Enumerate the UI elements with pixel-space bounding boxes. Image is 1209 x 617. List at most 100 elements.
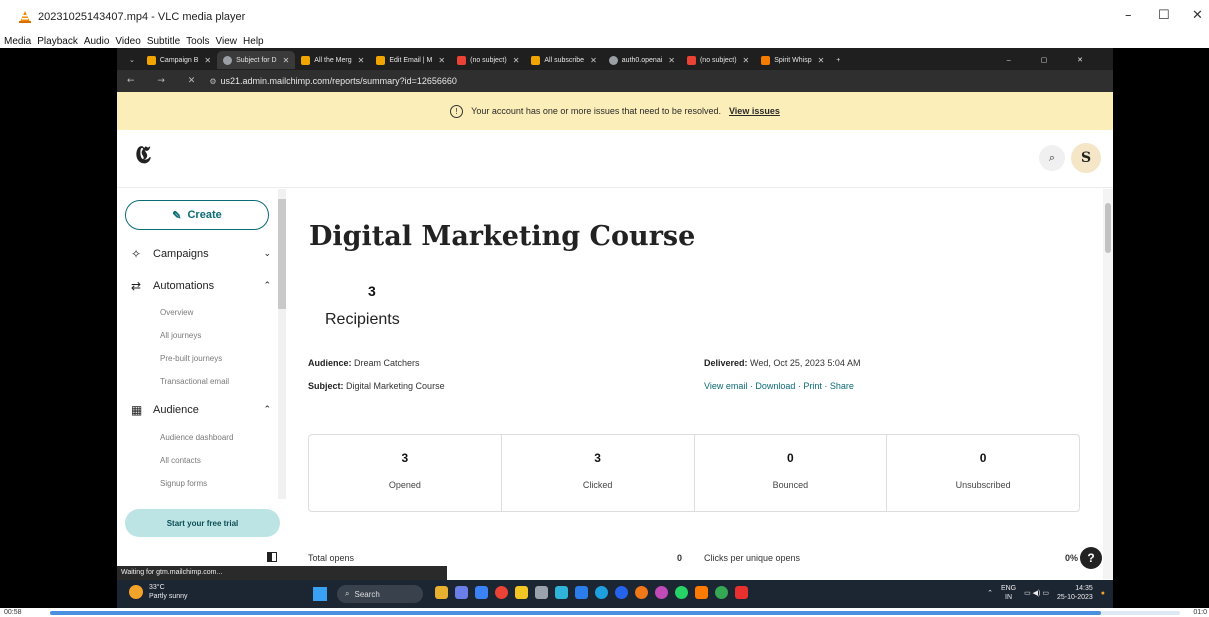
menu-help[interactable]: Help: [243, 36, 264, 47]
create-button[interactable]: ✎ Create: [125, 200, 269, 230]
tab-close-icon[interactable]: ✕: [283, 56, 290, 65]
sidebar-scrollbar-thumb[interactable]: [278, 199, 286, 309]
menu-view[interactable]: View: [216, 36, 238, 47]
address-bar: ← → ✕ ⚙ us21.admin.mailchimp.com/reports…: [117, 70, 1113, 92]
mailchimp-header: 𝕮 ⌕ S: [117, 130, 1113, 188]
browser-tab-active[interactable]: Subject for D ✕: [217, 51, 296, 69]
settings-icon[interactable]: [535, 586, 548, 599]
tab-close-icon[interactable]: ✕: [438, 56, 445, 65]
browser-tab[interactable]: (no subject) ✕: [681, 51, 755, 69]
chrome-icon[interactable]: [495, 586, 508, 599]
audience-info: Audience: Dream Catchers: [308, 358, 420, 368]
pencil-icon: ✎: [172, 209, 182, 222]
menu-tools[interactable]: Tools: [186, 36, 209, 47]
view-issues-link[interactable]: View issues: [729, 106, 780, 116]
weather-condition: Partly sunny: [149, 593, 188, 600]
browser-tab[interactable]: auth0.openai ✕: [603, 51, 681, 69]
browser-tab[interactable]: All subscribe ✕: [525, 51, 602, 69]
app-icon[interactable]: [555, 586, 568, 599]
tab-favicon-icon: [223, 55, 233, 65]
menu-subtitle[interactable]: Subtitle: [147, 36, 180, 47]
chrome-icon[interactable]: [715, 586, 728, 599]
seek-bar[interactable]: [50, 611, 1180, 615]
minimize-button[interactable]: –: [1125, 8, 1132, 23]
content-scrollbar-thumb[interactable]: [1105, 203, 1111, 253]
app-icon[interactable]: [695, 586, 708, 599]
browser-tab[interactable]: (no subject) ✕: [451, 51, 525, 69]
firefox-icon[interactable]: [635, 586, 648, 599]
notice-text: Your account has one or more issues that…: [471, 106, 721, 116]
tray-chevron-icon[interactable]: ⌃: [987, 589, 993, 597]
tab-favicon-icon: [301, 55, 311, 65]
sidebar-subitem-prebuilt-journeys[interactable]: Pre-built journeys: [160, 354, 222, 363]
sidebar-subitem-transactional-email[interactable]: Transactional email: [160, 377, 229, 386]
sidebar-subitem-all-contacts[interactable]: All contacts: [160, 456, 201, 465]
menu-video[interactable]: Video: [115, 36, 140, 47]
browser-window: ⌄ Campaign B ✕ Subject for D ✕ All the Mer…: [117, 48, 1113, 608]
maximize-button[interactable]: ☐: [1158, 8, 1170, 23]
clock[interactable]: 14:35 25-10-2023: [1057, 584, 1093, 602]
browser-tab[interactable]: Edit Email | M ✕: [370, 51, 451, 69]
sidebar-subitem-all-journeys[interactable]: All journeys: [160, 331, 201, 340]
tab-close-icon[interactable]: ✕: [668, 56, 675, 65]
page-title: Digital Marketing Course: [309, 221, 696, 252]
new-tab-button[interactable]: +: [830, 51, 846, 69]
app-icon[interactable]: [475, 586, 488, 599]
tab-close-icon[interactable]: ✕: [818, 56, 825, 65]
menu-media[interactable]: Media: [4, 36, 31, 47]
tab-close-icon[interactable]: ✕: [358, 56, 365, 65]
tab-close-icon[interactable]: ✕: [513, 56, 520, 65]
taskbar-search[interactable]: ⌕ Search: [337, 585, 423, 603]
tab-list-button[interactable]: ⌄: [123, 51, 141, 69]
edge-icon[interactable]: [595, 586, 608, 599]
sidebar-subitem-audience-dashboard[interactable]: Audience dashboard: [160, 433, 233, 442]
tab-close-icon[interactable]: ✕: [590, 56, 597, 65]
avatar[interactable]: S: [1071, 143, 1101, 173]
openai-icon: [608, 55, 618, 65]
site-settings-icon[interactable]: ⚙: [209, 77, 216, 86]
search-icon[interactable]: ⌕: [1039, 145, 1065, 171]
mailchimp-logo-icon[interactable]: 𝕮: [135, 140, 151, 169]
automation-icon: ⇄: [131, 279, 142, 293]
sidebar-subitem-overview[interactable]: Overview: [160, 308, 193, 317]
nav-buttons[interactable]: ← → ✕: [127, 76, 205, 86]
app-icon[interactable]: [615, 586, 628, 599]
mail-icon[interactable]: [575, 586, 588, 599]
app-icon[interactable]: [655, 586, 668, 599]
sidebar-item-automations[interactable]: ⇄ Automations ⌃: [131, 279, 271, 293]
tab-close-icon[interactable]: ✕: [743, 56, 750, 65]
browser-window-controls[interactable]: – ▢ ✕: [1001, 51, 1103, 69]
app-icon[interactable]: [735, 586, 748, 599]
browser-tab[interactable]: Spirit Whisp ✕: [755, 51, 830, 69]
browser-tab[interactable]: Campaign B ✕: [141, 51, 217, 69]
sidebar-subitem-signup-forms[interactable]: Signup forms: [160, 479, 207, 488]
tab-favicon-icon: [146, 55, 156, 65]
start-free-trial-button[interactable]: Start your free trial: [125, 509, 280, 537]
whatsapp-icon[interactable]: [675, 586, 688, 599]
menu-audio[interactable]: Audio: [84, 36, 110, 47]
elapsed-time: 00:58: [4, 609, 22, 616]
clicks-per-unique-value: 0%: [1065, 553, 1079, 563]
app-icon[interactable]: [435, 586, 448, 599]
audience-icon: ▦: [131, 403, 143, 417]
gmail-icon: [686, 55, 696, 65]
language-indicator[interactable]: ENG IN: [1001, 584, 1016, 602]
notification-bell-icon[interactable]: ●: [1101, 590, 1105, 597]
sidebar-item-audience[interactable]: ▦ Audience ⌃: [131, 403, 271, 417]
collapse-sidebar-icon[interactable]: [267, 552, 277, 562]
email-action-links[interactable]: View email · Download · Print · Share: [704, 381, 854, 391]
windows-start-icon[interactable]: [313, 587, 327, 601]
sidebar-item-campaigns[interactable]: ✧ Campaigns ⌄: [131, 247, 271, 261]
sidebar: ✎ Create ✧ Campaigns ⌄ ⇄ Automations ⌃ O…: [117, 189, 287, 608]
browser-tab[interactable]: All the Merg ✕: [295, 51, 370, 69]
weather-widget[interactable]: 33°C Partly sunny: [129, 583, 188, 601]
url-field[interactable]: us21.admin.mailchimp.com/reports/summary…: [221, 76, 457, 86]
help-button[interactable]: ?: [1080, 547, 1102, 569]
tab-close-icon[interactable]: ✕: [204, 56, 211, 65]
vlc-window-title: 20231025143407.mp4 - VLC media player: [38, 11, 246, 23]
app-icon[interactable]: [515, 586, 528, 599]
network-volume-battery-icon[interactable]: ▭ ◀) ▭: [1024, 589, 1049, 597]
close-button[interactable]: ✕: [1192, 8, 1203, 23]
app-icon[interactable]: [455, 586, 468, 599]
menu-playback[interactable]: Playback: [37, 36, 78, 47]
